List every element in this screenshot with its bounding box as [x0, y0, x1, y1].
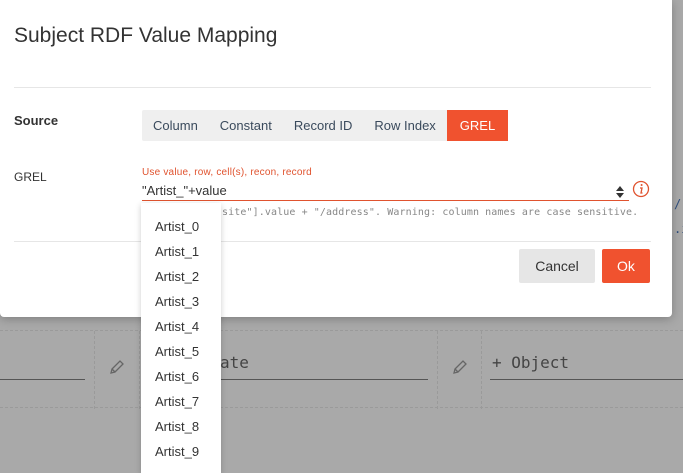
info-icon[interactable] [632, 180, 650, 198]
grel-example-text: site"].value + "/address". Warning: colu… [222, 207, 639, 218]
subject-field-underline [0, 379, 85, 380]
source-option-record-id[interactable]: Record ID [283, 110, 364, 141]
column-divider [481, 331, 482, 409]
divider [14, 87, 651, 88]
grel-label: GREL [14, 170, 47, 184]
autocomplete-item[interactable]: Artist_7 [141, 389, 221, 414]
source-option-grel[interactable]: GREL [446, 110, 509, 141]
edit-pencil-icon[interactable] [107, 357, 127, 377]
background-link-fragment: / [674, 197, 682, 211]
autocomplete-dropdown: Artist_0 Artist_1 Artist_2 Artist_3 Arti… [141, 203, 221, 473]
autocomplete-item[interactable]: Artist_1 [141, 239, 221, 264]
source-option-row-index[interactable]: Row Index [363, 110, 446, 141]
spinner-arrows-icon[interactable] [614, 184, 626, 200]
grel-hint: Use value, row, cell(s), recon, record [142, 167, 312, 178]
source-option-column[interactable]: Column [142, 110, 209, 141]
autocomplete-item[interactable]: Artist_8 [141, 414, 221, 439]
add-object-field[interactable]: + Object [492, 353, 569, 372]
source-label: Source [14, 113, 59, 128]
triple-row: ate + Object [0, 330, 683, 409]
autocomplete-item[interactable]: Artist_0 [141, 214, 221, 239]
edit-pencil-icon[interactable] [450, 357, 470, 377]
divider [14, 241, 651, 242]
column-divider [94, 331, 95, 409]
source-option-constant[interactable]: Constant [209, 110, 283, 141]
dialog-title: Subject RDF Value Mapping [14, 24, 278, 47]
autocomplete-item[interactable]: Artist_3 [141, 289, 221, 314]
source-selector: Column Constant Record ID Row Index GREL [142, 110, 509, 141]
background-link-fragment: .i [674, 222, 683, 236]
autocomplete-item[interactable]: Artist_4 [141, 314, 221, 339]
predicate-field[interactable]: ate [220, 353, 249, 372]
cancel-button[interactable]: Cancel [519, 249, 595, 283]
autocomplete-item[interactable]: Artist_6 [141, 364, 221, 389]
object-field-underline [490, 379, 683, 380]
ok-button[interactable]: Ok [602, 249, 650, 283]
column-divider [139, 331, 140, 409]
subject-rdf-value-mapping-dialog: Subject RDF Value Mapping Source Column … [0, 0, 672, 317]
autocomplete-item[interactable]: Artist_9 [141, 439, 221, 464]
grel-expression-input[interactable] [142, 181, 629, 201]
autocomplete-item[interactable]: Artist_5 [141, 339, 221, 364]
autocomplete-item[interactable]: Artist_2 [141, 264, 221, 289]
column-divider [437, 331, 438, 409]
